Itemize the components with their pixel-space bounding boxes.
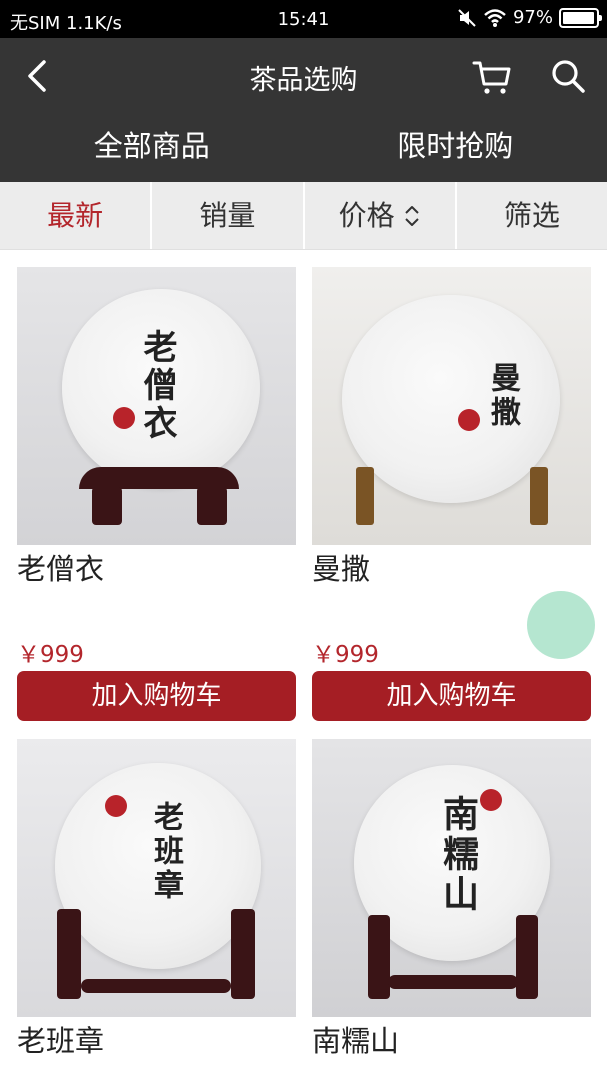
sort-price[interactable]: 价格 (305, 182, 457, 249)
tea-cake-image (342, 295, 560, 503)
product-price: ￥999 (17, 642, 84, 668)
add-to-cart-button[interactable]: 加入购物车 (17, 671, 296, 721)
product-card[interactable]: 老僧衣 老僧衣 ￥999 加入购物车 (17, 267, 296, 721)
cake-stand (368, 915, 390, 999)
watermark-text: 仍玩游戏 (484, 1020, 580, 1048)
product-price: ￥999 (312, 642, 379, 668)
sort-toggle-icon (404, 205, 419, 226)
status-icons: 97% (457, 7, 602, 28)
cake-lettering: 曼撒 (485, 362, 520, 430)
sort-price-label: 价格 (338, 198, 395, 232)
cart-icon[interactable] (472, 58, 512, 96)
seal-stamp (113, 407, 135, 429)
category-tabs: 全部商品 限时抢购 (0, 114, 607, 182)
product-name[interactable]: 曼撒 (312, 549, 591, 589)
battery-percent: 97% (512, 7, 553, 28)
cake-lettering: 老班章 (148, 801, 183, 903)
mute-icon (458, 8, 476, 27)
sort-bar: 最新 销量 价格 筛选 (0, 182, 607, 250)
nav-bar: 茶品选购 (0, 38, 607, 114)
search-icon[interactable] (548, 56, 588, 96)
product-name[interactable]: 老班章 (17, 1021, 296, 1061)
tab-flash-sale[interactable]: 限时抢购 (304, 114, 607, 182)
battery-icon (559, 7, 602, 28)
sort-filter[interactable]: 筛选 (457, 182, 607, 249)
watermark-subtext: Rengwan Games (486, 1046, 579, 1059)
page-title: 茶品选购 (249, 65, 358, 96)
product-card[interactable]: 曼撒 曼撒 ￥999 加入购物车 (312, 267, 591, 721)
product-image[interactable]: 南糯山 (312, 739, 591, 1017)
cake-lettering: 南糯山 (437, 795, 479, 915)
product-card[interactable]: 南糯山 南糯山 (312, 739, 591, 1061)
cake-lettering: 老僧衣 (137, 329, 177, 443)
product-name[interactable]: 老僧衣 (17, 549, 296, 589)
sort-sales[interactable]: 销量 (152, 182, 305, 249)
tab-all-products[interactable]: 全部商品 (0, 114, 304, 182)
cake-stand (79, 467, 239, 489)
sort-sales-label: 销量 (199, 198, 256, 232)
product-image[interactable]: 老僧衣 (17, 267, 296, 545)
seal-stamp (105, 795, 127, 817)
seal-stamp (458, 409, 480, 431)
cake-stand (57, 909, 81, 999)
sort-newest[interactable]: 最新 (0, 182, 153, 249)
sort-filter-label: 筛选 (503, 198, 560, 232)
floating-action-button[interactable] (527, 591, 595, 659)
product-card[interactable]: 老班章 老班章 (17, 739, 296, 1061)
cake-stand (356, 467, 374, 525)
seal-stamp (480, 789, 502, 811)
add-to-cart-button[interactable]: 加入购物车 (312, 671, 591, 721)
product-grid: 老僧衣 老僧衣 ￥999 加入购物车 曼撒 曼撒 ￥999 加入购物车 老班章 (0, 250, 607, 1080)
watermark-logo (446, 1020, 476, 1056)
product-image[interactable]: 老班章 (17, 739, 296, 1017)
status-bar: 无SIM 1.1K/s 15:41 97% (0, 0, 607, 38)
wifi-icon (484, 8, 506, 27)
sort-newest-label: 最新 (47, 198, 104, 232)
product-image[interactable]: 曼撒 (312, 267, 591, 545)
